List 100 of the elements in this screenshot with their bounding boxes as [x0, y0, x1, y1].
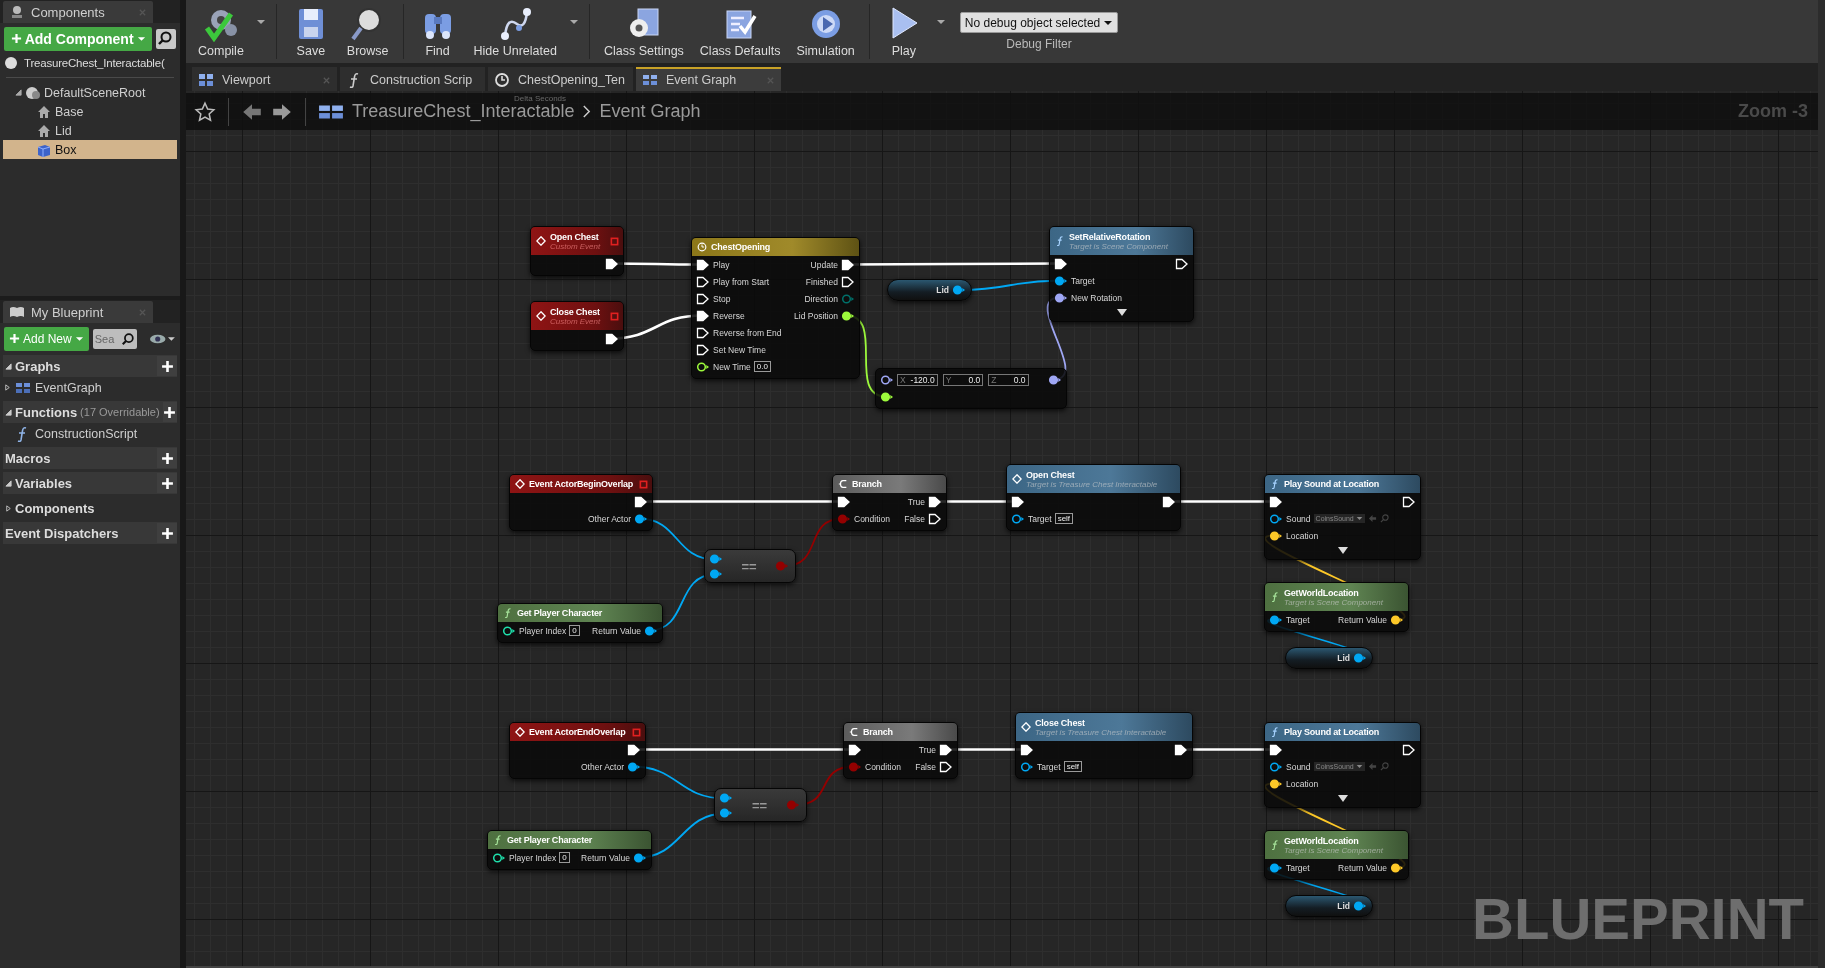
graph-node[interactable]: Event ActorEndOverlap Other Actor: [509, 722, 646, 779]
exec-pin[interactable]: [696, 292, 710, 305]
add-button[interactable]: [157, 523, 177, 543]
delegate-pin[interactable]: [639, 479, 648, 489]
data-pin[interactable]: [880, 373, 894, 386]
toolbar-button[interactable]: Class Defaults: [691, 3, 789, 60]
blueprint-item[interactable]: EventGraph: [35, 380, 102, 395]
data-pin[interactable]: [1054, 274, 1068, 287]
expand-icon[interactable]: [1337, 546, 1348, 554]
exec-pin[interactable]: [1054, 257, 1068, 270]
data-pin[interactable]: [1054, 291, 1068, 304]
value-field[interactable]: 0: [569, 625, 580, 636]
data-pin[interactable]: [1353, 652, 1367, 664]
exec-pin[interactable]: [605, 332, 619, 345]
delegate-pin[interactable]: [610, 311, 619, 321]
expander-icon[interactable]: [5, 362, 12, 370]
section-header[interactable]: Components: [15, 500, 95, 516]
document-tab[interactable]: Event Graph: [636, 67, 781, 91]
data-pin[interactable]: [709, 567, 723, 580]
panel-tab[interactable]: Components: [3, 1, 153, 23]
vector-field[interactable]: X -120.0: [897, 373, 938, 386]
graph-node[interactable]: Lid: [1285, 647, 1373, 669]
expander-icon[interactable]: [15, 89, 22, 96]
exec-pin[interactable]: [696, 275, 710, 288]
add-button[interactable]: [157, 448, 177, 468]
exec-pin[interactable]: [1175, 257, 1189, 270]
graph-node[interactable]: SetRelativeRotation Target is Scene Component Target New Rotation: [1049, 226, 1194, 322]
toolbar-button[interactable]: Play: [875, 3, 932, 60]
data-pin[interactable]: [1353, 900, 1367, 912]
document-tab[interactable]: Construction Scrip: [340, 67, 485, 91]
exec-pin[interactable]: [634, 495, 648, 508]
toolbar-button[interactable]: Find: [409, 3, 466, 60]
data-pin[interactable]: [1011, 512, 1025, 525]
exec-pin[interactable]: [1402, 743, 1416, 756]
value-field[interactable]: 0.0: [753, 361, 771, 372]
expander-icon[interactable]: [5, 408, 12, 416]
value-field[interactable]: 0: [559, 852, 570, 863]
exec-pin[interactable]: [1402, 495, 1416, 508]
blueprint-self-item[interactable]: TreasureChest_Interactable(: [24, 57, 165, 69]
toolbar-button[interactable]: Compile: [190, 3, 252, 60]
exec-pin[interactable]: [696, 326, 710, 339]
expand-icon[interactable]: [1116, 308, 1127, 316]
data-pin[interactable]: [1020, 760, 1034, 773]
graph-node[interactable]: Get Player Character Player Index 0 Return Value: [497, 603, 663, 643]
value-field[interactable]: self: [1054, 513, 1074, 524]
data-pin[interactable]: [627, 760, 641, 773]
data-pin[interactable]: [1269, 777, 1283, 790]
data-pin[interactable]: [1269, 512, 1283, 525]
data-pin[interactable]: [1048, 373, 1062, 386]
tree-item[interactable]: DefaultSceneRoot: [3, 83, 177, 102]
exec-pin[interactable]: [696, 343, 710, 356]
delegate-pin[interactable]: [632, 727, 641, 737]
search-field[interactable]: Sea: [92, 328, 119, 349]
data-pin[interactable]: [841, 309, 855, 322]
data-pin[interactable]: [952, 284, 966, 296]
exec-pin[interactable]: [939, 760, 953, 773]
breadcrumb-link[interactable]: TreasureChest_Interactable: [352, 101, 575, 122]
graph-node[interactable]: Event ActorBeginOverlap Other Actor: [509, 474, 653, 531]
document-tab[interactable]: ChestOpening_Ten: [488, 67, 633, 91]
graph-node[interactable]: Lid: [887, 279, 972, 301]
exec-pin[interactable]: [696, 309, 710, 322]
graph-node[interactable]: Branch True Condition False: [832, 474, 947, 531]
delegate-pin[interactable]: [610, 236, 619, 246]
graph-node[interactable]: GetWorldLocation Target is Scene Component Target Return Value: [1264, 830, 1409, 880]
toolbar-button[interactable]: Browse: [338, 3, 397, 60]
toolbar-button[interactable]: Save: [282, 3, 339, 60]
exec-pin[interactable]: [841, 275, 855, 288]
toolbar-button[interactable]: Hide Unrelated: [465, 3, 565, 60]
tree-item[interactable]: Box: [3, 140, 177, 159]
eye-icon[interactable]: [148, 332, 175, 345]
vector-field[interactable]: Z 0.0: [988, 373, 1029, 386]
data-pin[interactable]: [492, 851, 506, 864]
graph-node[interactable]: GetWorldLocation Target is Scene Component Target Return Value: [1264, 582, 1409, 632]
toolbar-button[interactable]: Class Settings: [595, 3, 692, 60]
section-header[interactable]: Graphs: [15, 358, 61, 374]
expander-icon[interactable]: [5, 479, 12, 487]
panel-tab[interactable]: My Blueprint: [3, 301, 153, 323]
data-pin[interactable]: [633, 851, 647, 864]
graph-canvas[interactable]: [186, 91, 1818, 968]
graph-node[interactable]: Open Chest Target is Treasure Chest Interactable Target self: [1006, 464, 1181, 531]
graph-node[interactable]: X -120.0 Y 0.0 Z 0.0: [875, 368, 1067, 409]
data-pin[interactable]: [719, 806, 733, 819]
exec-pin[interactable]: [848, 743, 862, 756]
exec-pin[interactable]: [939, 743, 953, 756]
star-icon[interactable]: [194, 100, 216, 123]
data-pin[interactable]: [502, 624, 516, 637]
vector-field[interactable]: Y 0.0: [942, 373, 984, 386]
data-pin[interactable]: [644, 624, 658, 637]
data-pin[interactable]: [696, 360, 710, 373]
add-button[interactable]: [157, 356, 177, 376]
blueprint-item[interactable]: ConstructionScript: [35, 426, 138, 441]
toolbar-button[interactable]: Simulation: [788, 3, 863, 60]
debug-dropdown[interactable]: No debug object selected: [959, 12, 1119, 33]
exec-pin[interactable]: [1174, 743, 1188, 756]
breadcrumb-link[interactable]: Event Graph: [599, 101, 701, 122]
exec-pin[interactable]: [928, 495, 942, 508]
section-header[interactable]: Macros: [5, 450, 51, 466]
exec-pin[interactable]: [627, 743, 641, 756]
search-button[interactable]: [156, 28, 176, 49]
document-tab[interactable]: Viewport: [192, 67, 337, 91]
